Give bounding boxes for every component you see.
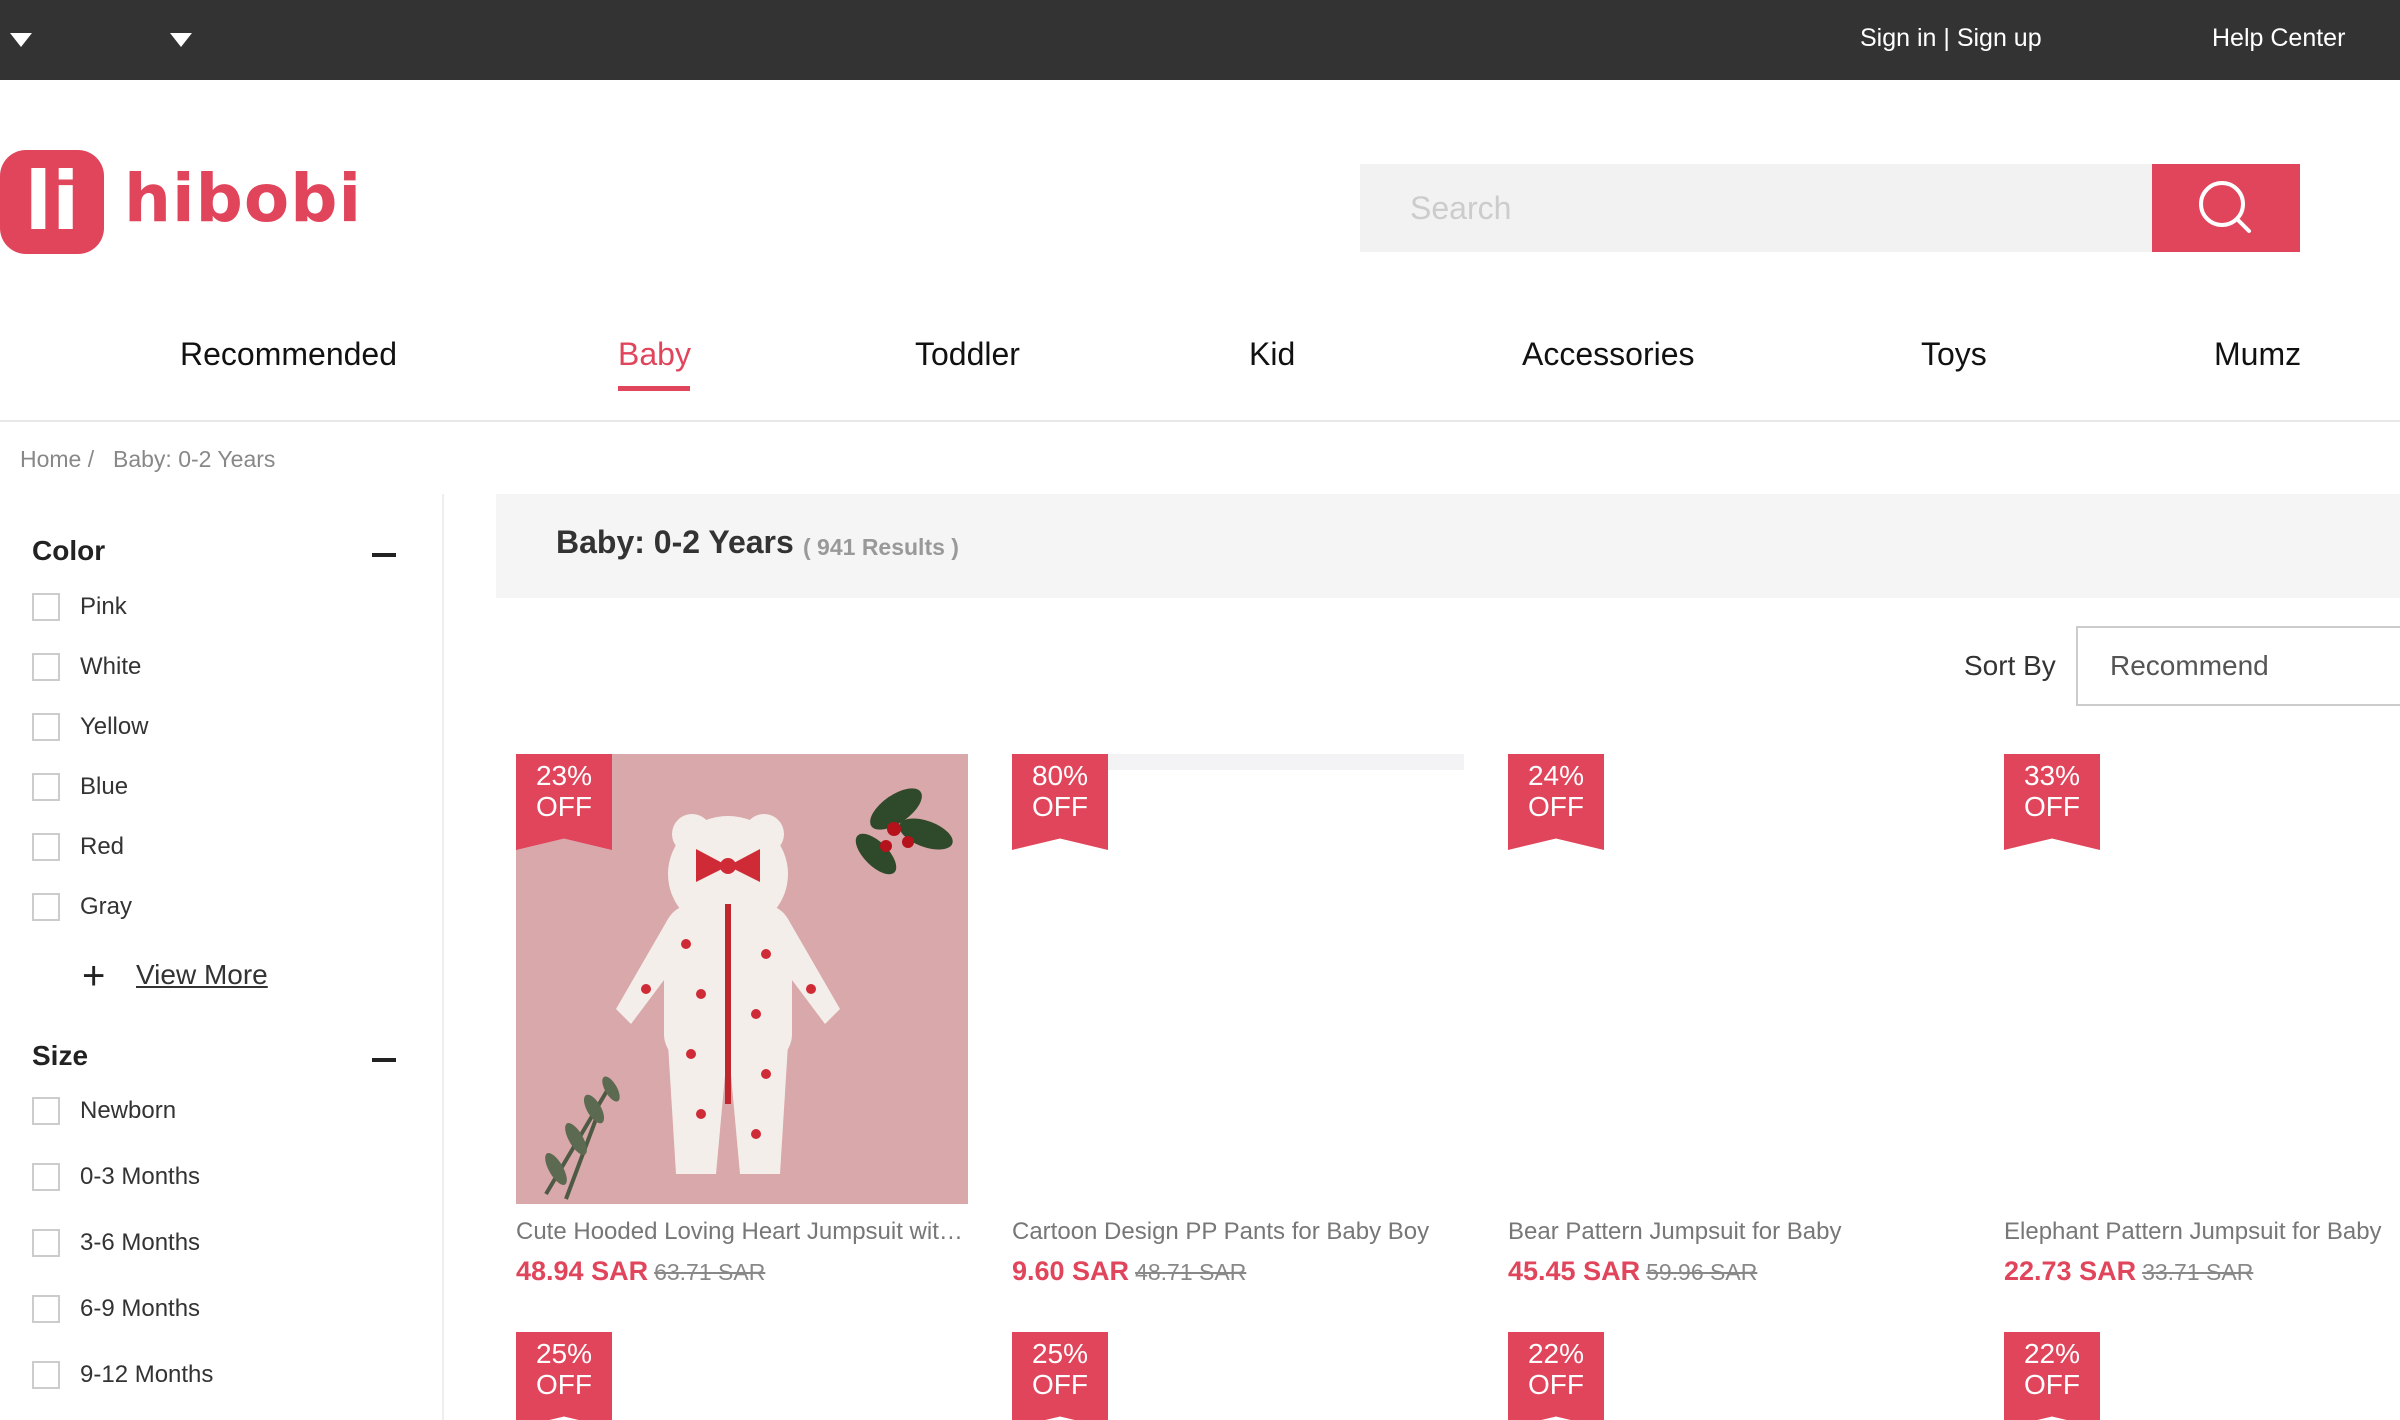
product-card[interactable]: 24% OFF Bear Pattern Jumpsuit for Baby 45… <box>1508 754 1960 1304</box>
discount-badge: 22% OFF <box>2004 1332 2100 1420</box>
product-card[interactable]: 80% OFF Cartoon Design PP Pants for Baby … <box>1012 754 1464 1304</box>
sale-price: 22.73 SAR <box>2004 1256 2137 1286</box>
checkbox[interactable] <box>32 1295 60 1323</box>
view-more-link[interactable]: View More <box>136 959 268 991</box>
product-card[interactable]: 33% OFF Elephant Pattern Jumpsuit for Bab… <box>2004 754 2400 1304</box>
breadcrumb-home[interactable]: Home / <box>20 446 94 473</box>
original-price: 48.71 SAR <box>1135 1259 1247 1285</box>
collapse-color-icon[interactable] <box>372 553 396 557</box>
nav-baby[interactable]: Baby <box>618 336 691 373</box>
image-loading-strip <box>1108 754 1464 770</box>
collapse-size-icon[interactable] <box>372 1058 396 1062</box>
sign-in-sign-up-link[interactable]: Sign in | Sign up <box>1860 24 2042 53</box>
price-row: 22.73 SAR 33.71 SAR <box>2004 1256 2253 1287</box>
product-card-partial[interactable]: 25% OFF <box>1012 1332 1108 1420</box>
checkbox[interactable] <box>32 653 60 681</box>
search-button[interactable] <box>2152 164 2300 252</box>
filter-color-title: Color <box>32 535 106 566</box>
discount-badge: 24% OFF <box>1508 754 1604 850</box>
product-card-partial[interactable]: 25% OFF <box>516 1332 612 1420</box>
nav-accessories[interactable]: Accessories <box>1522 336 1695 373</box>
product-name[interactable]: Cartoon Design PP Pants for Baby Boy <box>1012 1218 1464 1246</box>
checkbox[interactable] <box>32 773 60 801</box>
help-center-link[interactable]: Help Center <box>2212 24 2345 53</box>
search-input[interactable] <box>1360 164 2152 252</box>
search-icon <box>2199 181 2251 233</box>
results-header: Baby: 0-2 Years ( 941 Results ) <box>496 494 2400 598</box>
currency-dropdown-caret-icon[interactable] <box>170 33 192 47</box>
plus-icon[interactable]: + <box>82 956 105 996</box>
checkbox[interactable] <box>32 1163 60 1191</box>
nav-mumz[interactable]: Mumz <box>2214 336 2301 373</box>
nav-kid[interactable]: Kid <box>1249 336 1295 373</box>
nav-toys[interactable]: Toys <box>1921 336 1987 373</box>
checkbox[interactable] <box>32 1361 60 1389</box>
discount-badge: 22% OFF <box>1508 1332 1604 1420</box>
checkbox[interactable] <box>32 1229 60 1257</box>
price-row: 45.45 SAR 59.96 SAR <box>1508 1256 1757 1287</box>
sort-by-label: Sort By <box>1964 650 2056 681</box>
product-name[interactable]: Bear Pattern Jumpsuit for Baby <box>1508 1218 1960 1246</box>
checkbox[interactable] <box>32 1097 60 1125</box>
filter-size-title: Size <box>32 1040 89 1071</box>
sidebar-divider <box>442 494 444 1420</box>
nav-toddler[interactable]: Toddler <box>915 336 1020 373</box>
product-card-partial[interactable]: 22% OFF <box>2004 1332 2100 1420</box>
product-card-partial[interactable]: 22% OFF <box>1508 1332 1604 1420</box>
results-count: ( 941 Results ) <box>803 534 959 560</box>
original-price: 59.96 SAR <box>1646 1259 1758 1285</box>
checkbox[interactable] <box>32 713 60 741</box>
sale-price: 45.45 SAR <box>1508 1256 1641 1286</box>
product-name[interactable]: Cute Hooded Loving Heart Jumpsuit with B… <box>516 1218 968 1246</box>
top-bar: Sign in | Sign up Help Center <box>0 0 2400 80</box>
nav-divider <box>0 420 2400 422</box>
discount-badge: 25% OFF <box>1012 1332 1108 1420</box>
original-price: 33.71 SAR <box>2142 1259 2254 1285</box>
logo-wordmark[interactable]: hibobi <box>124 160 362 237</box>
breadcrumb-current: Baby: 0-2 Years <box>113 446 276 472</box>
checkbox[interactable] <box>32 593 60 621</box>
checkbox[interactable] <box>32 833 60 861</box>
nav-recommended[interactable]: Recommended <box>180 336 397 373</box>
checkbox[interactable] <box>32 893 60 921</box>
original-price: 63.71 SAR <box>654 1259 766 1285</box>
language-dropdown-caret-icon[interactable] <box>10 33 32 47</box>
price-row: 9.60 SAR 48.71 SAR <box>1012 1256 1246 1287</box>
product-name[interactable]: Elephant Pattern Jumpsuit for Baby <box>2004 1218 2400 1246</box>
price-row: 48.94 SAR 63.71 SAR <box>516 1256 765 1287</box>
discount-badge: 23% OFF <box>516 754 612 850</box>
active-nav-underline <box>618 386 690 391</box>
sale-price: 9.60 SAR <box>1012 1256 1130 1286</box>
product-card[interactable]: 23% OFF Cute Hooded Loving Heart Jumpsuit… <box>516 754 968 1304</box>
sale-price: 48.94 SAR <box>516 1256 649 1286</box>
sort-select[interactable]: Recommend <box>2076 626 2400 706</box>
discount-badge: 33% OFF <box>2004 754 2100 850</box>
logo-mark[interactable]: li <box>0 150 104 254</box>
results-title: Baby: 0-2 Years <box>556 524 794 560</box>
discount-badge: 25% OFF <box>516 1332 612 1420</box>
discount-badge: 80% OFF <box>1012 754 1108 850</box>
